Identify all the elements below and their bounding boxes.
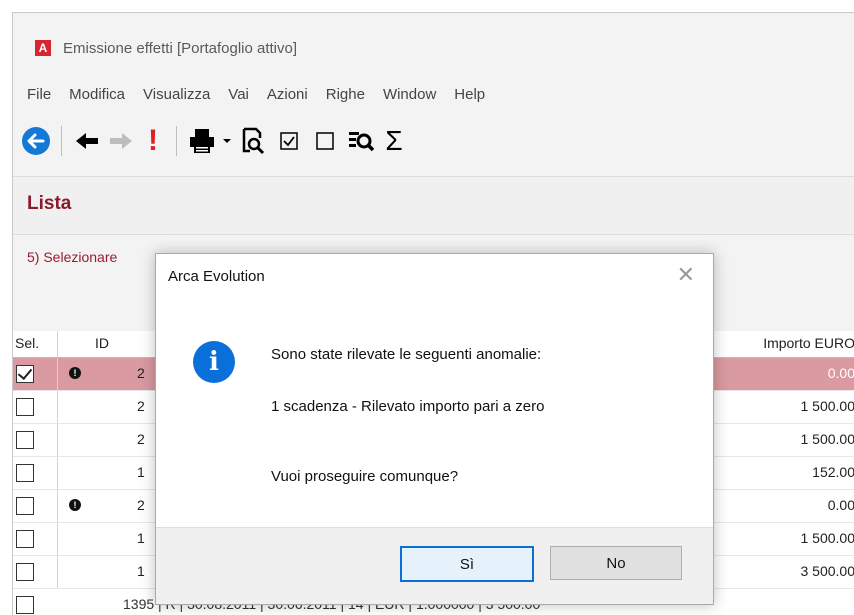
column-header-amount[interactable]: Importo EURO (763, 335, 854, 351)
row-id: 1 (137, 563, 145, 579)
row-id: 2 (137, 398, 145, 414)
row-amount: 0.00 (828, 365, 854, 381)
sigma-icon[interactable]: Σ (379, 123, 409, 159)
row-checkbox[interactable] (16, 530, 34, 548)
menu-bar: File Modifica Visualizza Vai Azioni Righ… (13, 81, 854, 107)
column-header-id[interactable]: ID (95, 335, 109, 351)
row-amount: 1 500.00 (801, 530, 854, 546)
row-checkbox[interactable] (16, 365, 34, 383)
dropdown-caret-icon[interactable] (219, 123, 235, 159)
row-id: 1 (137, 464, 145, 480)
yes-button[interactable]: Sì (400, 546, 534, 582)
list-search-icon[interactable] (343, 123, 379, 159)
menu-help[interactable]: Help (454, 86, 485, 103)
dialog-message-line3: Vuoi proseguire comunque? (271, 468, 458, 485)
title-bar: A Emissione effetti [Portafoglio attivo] (13, 33, 854, 63)
row-id: 2 (137, 365, 145, 381)
checkbox-checked-icon[interactable] (271, 123, 307, 159)
dialog-title: Arca Evolution (168, 268, 265, 285)
row-amount: 0.00 (828, 497, 854, 513)
row-checkbox[interactable] (16, 563, 34, 581)
section-title: Lista (27, 193, 71, 215)
row-amount: 3 500.00 (801, 563, 854, 579)
toolbar-separator (61, 126, 62, 156)
arrow-left-icon[interactable] (70, 123, 104, 159)
row-amount: 152.00 (812, 464, 854, 480)
instruction-text: 5) Selezionare (27, 249, 117, 265)
dialog-footer: Sì No (156, 527, 713, 604)
preview-icon[interactable] (235, 123, 271, 159)
row-checkbox[interactable] (16, 398, 34, 416)
window-title: Emissione effetti [Portafoglio attivo] (63, 40, 297, 57)
section-header: Lista (13, 176, 854, 235)
checkbox-empty-icon[interactable] (307, 123, 343, 159)
toolbar-separator (176, 126, 177, 156)
row-checkbox[interactable] (16, 497, 34, 515)
warning-icon: ! (69, 367, 81, 379)
row-checkbox[interactable] (16, 431, 34, 449)
menu-visualizza[interactable]: Visualizza (143, 86, 210, 103)
row-id: 1 (137, 530, 145, 546)
menu-file[interactable]: File (27, 86, 51, 103)
menu-vai[interactable]: Vai (228, 86, 249, 103)
row-amount: 1 500.00 (801, 398, 854, 414)
message-dialog: Arca Evolution ✕ i Sono state rilevate l… (155, 253, 714, 605)
exclamation-icon[interactable]: ! (138, 123, 168, 159)
toolbar: ! Σ (13, 121, 854, 161)
close-icon[interactable]: ✕ (677, 262, 695, 288)
warning-icon: ! (69, 499, 81, 511)
column-header-sel[interactable]: Sel. (15, 335, 39, 351)
row-checkbox[interactable] (16, 596, 34, 614)
app-logo-icon: A (35, 40, 51, 56)
back-circle-icon[interactable] (19, 123, 53, 159)
app-window: A Emissione effetti [Portafoglio attivo]… (12, 12, 854, 615)
row-id: 2 (137, 431, 145, 447)
row-amount: 1 500.00 (801, 431, 854, 447)
dialog-message-line2: 1 scadenza - Rilevato importo pari a zer… (271, 398, 544, 415)
arrow-right-icon[interactable] (104, 123, 138, 159)
row-checkbox[interactable] (16, 464, 34, 482)
menu-azioni[interactable]: Azioni (267, 86, 308, 103)
dialog-message-line1: Sono state rilevate le seguenti anomalie… (271, 346, 541, 363)
info-icon: i (193, 341, 235, 383)
menu-righe[interactable]: Righe (326, 86, 365, 103)
row-id: 2 (137, 497, 145, 513)
no-button[interactable]: No (550, 546, 682, 580)
printer-icon[interactable] (185, 123, 219, 159)
menu-modifica[interactable]: Modifica (69, 86, 125, 103)
menu-window[interactable]: Window (383, 86, 436, 103)
